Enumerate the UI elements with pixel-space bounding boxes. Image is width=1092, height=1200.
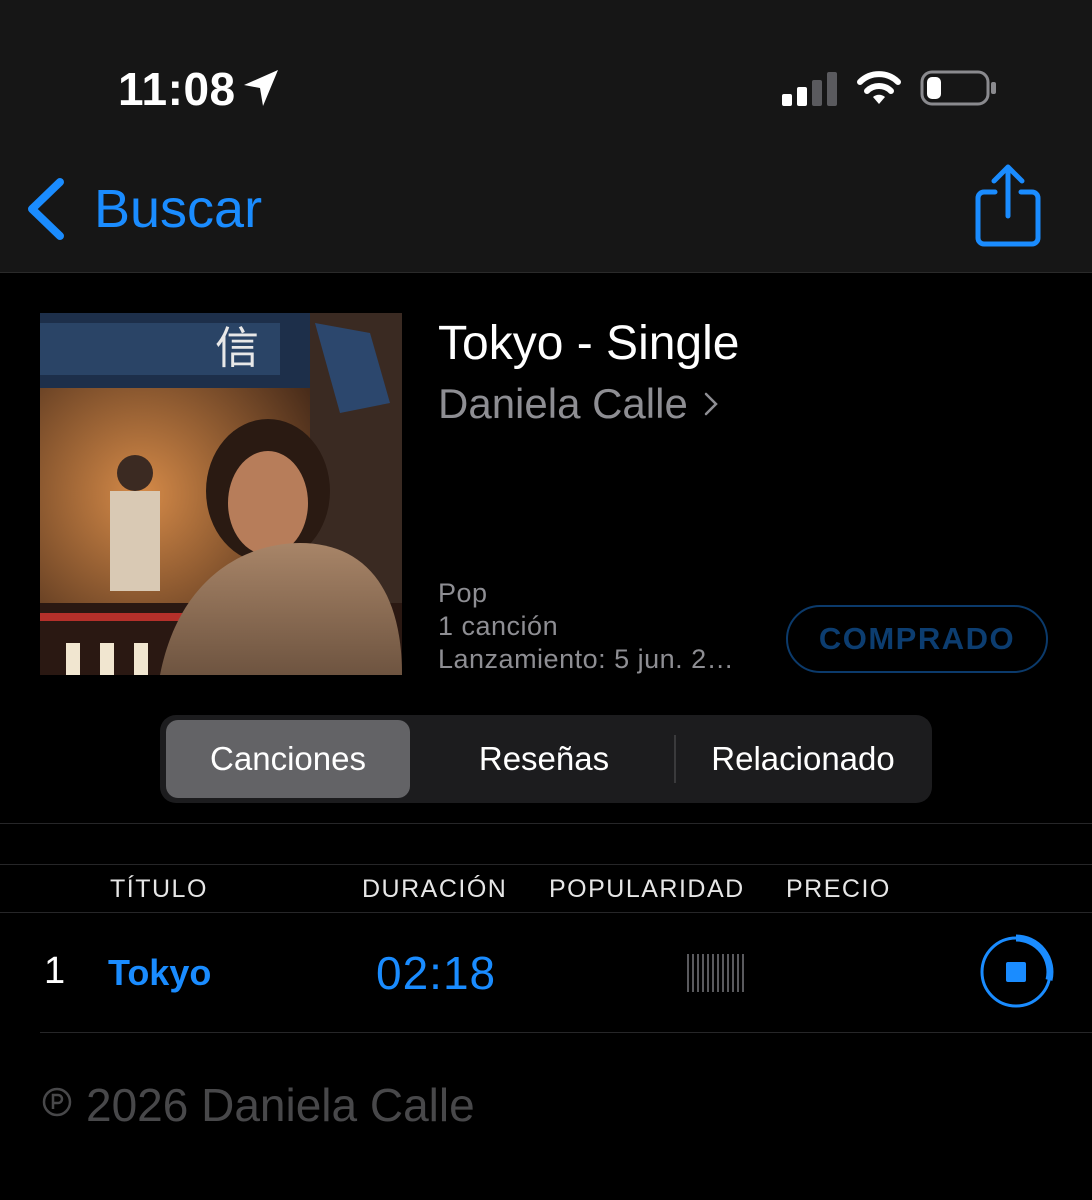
column-header-title[interactable]: TÍTULO [110,875,208,904]
status-time: 11:08 [118,63,236,115]
segmented-control: Canciones Reseñas Relacionado [160,715,932,803]
column-header-popularity[interactable]: POPULARIDAD [549,875,745,904]
battery-icon [920,70,996,106]
track-number: 1 [44,950,66,992]
column-header-duration[interactable]: DURACIÓN [362,875,507,904]
copyright: 2026 Daniela Calle [42,1078,475,1132]
chevron-right-icon [705,392,719,416]
copyright-text: 2026 Daniela Calle [86,1079,475,1131]
location-arrow-icon [244,70,278,106]
artist-name[interactable]: Daniela Calle [438,380,688,427]
column-header-price[interactable]: PRECIO [786,875,891,904]
divider [0,864,1092,865]
divider [0,823,1092,824]
album-artwork: 信 [40,313,402,675]
divider [40,1032,1092,1033]
track-title[interactable]: Tokyo [108,952,211,994]
album-title: Tokyo - Single [438,317,740,370]
album-track-count: 1 canción [438,611,559,641]
back-button[interactable]: Buscar [94,178,262,240]
divider [0,912,1092,913]
tab-canciones[interactable]: Canciones [166,720,410,798]
album-release-date: Lanzamiento: 5 jun. 2… [438,644,735,674]
wifi-icon [857,71,901,104]
stop-download-icon[interactable] [978,934,1054,1010]
artist-link[interactable]: Daniela Calle [438,380,719,428]
segment-divider [674,735,676,783]
tab-relacionado[interactable]: Relacionado [678,720,928,798]
album-genre: Pop [438,578,488,608]
phonogram-icon [42,1087,72,1117]
track-duration: 02:18 [376,947,497,999]
tab-resenas[interactable]: Reseñas [416,720,672,798]
chevron-left-icon[interactable] [24,176,68,242]
cellular-signal-icon [782,72,837,106]
popularity-bars-icon [687,954,744,992]
svg-text:信: 信 [215,323,259,374]
share-icon[interactable] [972,160,1044,250]
purchased-button[interactable]: COMPRADO [786,605,1048,673]
